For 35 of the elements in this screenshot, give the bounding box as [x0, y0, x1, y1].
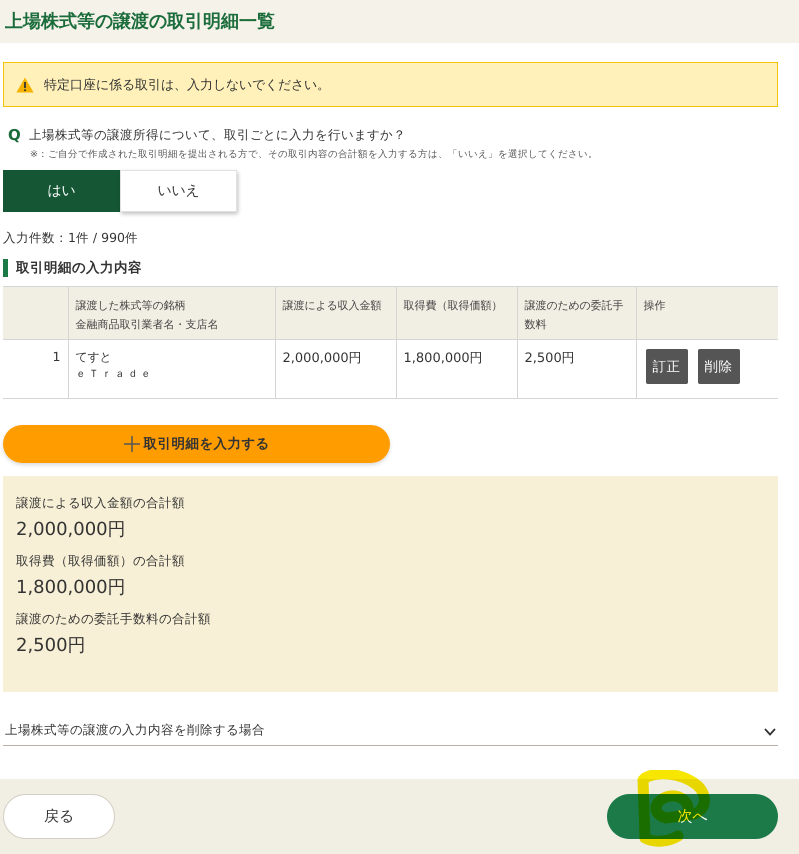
page-title: 上場株式等の譲渡の取引明細一覧	[5, 10, 275, 32]
plus-icon	[124, 436, 140, 452]
question-text: 上場株式等の譲渡所得について、取引ごとに入力を行いますか？	[28, 126, 406, 144]
total-label: 取得費（取得価額）の合計額	[16, 552, 186, 570]
total-label: 譲渡による収入金額の合計額	[16, 494, 186, 512]
section-heading: 取引明細の入力内容	[3, 259, 778, 277]
cost-amount: 1,800,000円	[404, 351, 483, 366]
answer-option-button[interactable]: はい	[3, 170, 120, 212]
total-label: 譲渡のための委託手数料の合計額	[16, 610, 212, 628]
chevron-icon	[764, 728, 776, 736]
add-entry-button[interactable]: 取引明細を入力する	[3, 425, 390, 463]
warning-icon	[16, 76, 34, 92]
broker-name: ｅＴｒａｄｅ	[76, 367, 154, 382]
commission-amount: 2,500円	[524, 351, 575, 366]
table-header-cell: 操作	[636, 286, 778, 340]
total-value: 2,000,000円	[16, 518, 127, 542]
row-number: 1	[52, 349, 60, 364]
table-header-cell: 譲渡した株式等の銘柄 金融商品取引業者名・支店名	[68, 286, 275, 340]
table-header-cell	[3, 286, 68, 340]
table-header-cell: 譲渡のための委託手 数料	[517, 286, 636, 340]
delete-button[interactable]: 削除	[698, 349, 740, 384]
back-button[interactable]: 戻る	[3, 794, 115, 839]
security-name: てすと	[76, 349, 112, 366]
total-value: 1,800,000円	[16, 576, 127, 600]
accordion-toggle[interactable]: 上場株式等の譲渡の入力内容を削除する場合	[3, 722, 778, 746]
entry-count: 入力件数：1件 / 990件	[3, 230, 139, 247]
table-header-cell: 取得費（取得価額）	[396, 286, 517, 340]
question-note: ※：ご自分で作成された取引明細を提出される方で、その取引内容の合計額を入力する方は、「いいえ」を選択してください。	[30, 148, 599, 161]
alert-text: 特定口座に係る取引は、入力しないでください。	[44, 76, 330, 94]
edit-button[interactable]: 訂正	[646, 349, 688, 384]
question-marker: Q	[8, 126, 21, 144]
total-value: 2,500円	[16, 634, 87, 658]
answer-option-button[interactable]: いいえ	[120, 170, 237, 212]
proceeds-amount: 2,000,000円	[282, 351, 362, 366]
table-header-cell: 譲渡による収入金額	[275, 286, 396, 340]
